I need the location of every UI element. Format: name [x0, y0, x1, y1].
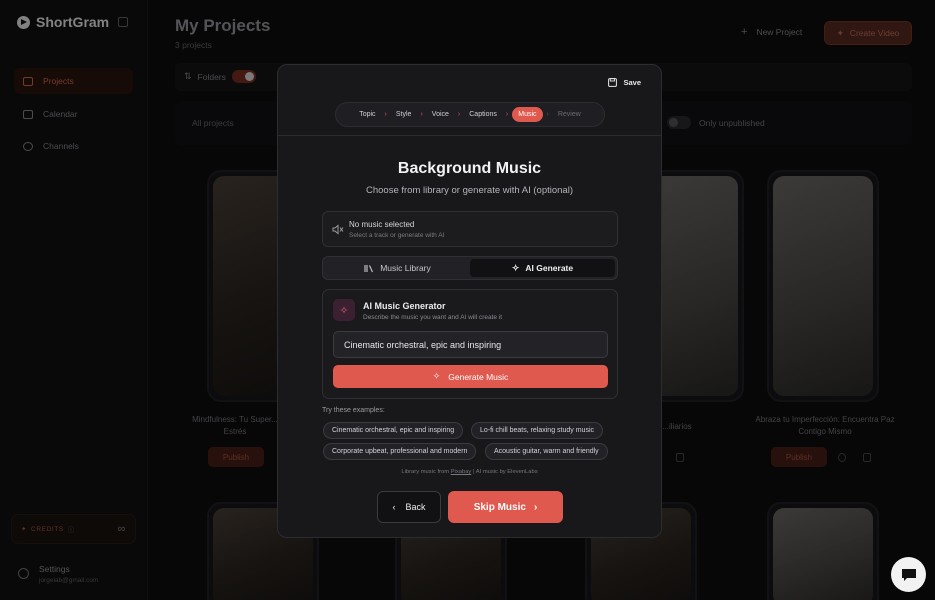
chevron-right-icon: › [546, 111, 549, 118]
example-chip[interactable]: Corporate upbeat, professional and moder… [323, 443, 477, 460]
generator-title: AI Music Generator [363, 301, 446, 311]
wizard-stepper: Topic › Style › Voice › Captions › Music… [335, 102, 605, 127]
divider [278, 135, 661, 136]
step-captions[interactable]: Captions [464, 108, 502, 121]
examples-label: Try these examples: [322, 407, 385, 414]
step-review: Review [557, 111, 581, 118]
chevron-right-icon: › [420, 111, 423, 118]
example-chip[interactable]: Lo-fi chill beats, relaxing study music [471, 422, 603, 439]
back-label: Back [405, 502, 426, 512]
selected-track-panel: No music selected Select a track or gene… [322, 211, 618, 247]
chevron-right-icon: › [533, 501, 538, 513]
chevron-left-icon: ‹ [392, 502, 396, 512]
generate-label: Generate Music [448, 371, 509, 382]
tab-music-library[interactable]: Music Library [325, 259, 470, 277]
save-label: Save [623, 78, 641, 87]
save-button[interactable]: Save [608, 78, 641, 87]
tab-label: Music Library [380, 263, 431, 273]
chevron-right-icon: › [457, 111, 461, 118]
sparkle-icon: ✧ [511, 262, 520, 273]
example-chip[interactable]: Cinematic orchestral, epic and inspiring [323, 422, 464, 439]
dialog-title: Background Music [397, 160, 542, 177]
chevron-right-icon: › [384, 111, 387, 118]
chevron-right-icon: › [505, 111, 509, 118]
save-icon [608, 78, 618, 87]
tab-ai-generate[interactable]: ✧ AI Generate [470, 259, 615, 277]
tab-label: AI Generate [525, 263, 574, 273]
no-music-desc: Select a track or generate with AI [349, 232, 445, 239]
pixabay-link[interactable]: Pixabay [451, 469, 472, 475]
music-prompt-input[interactable] [333, 331, 608, 358]
music-dialog: Save Topic › Style › Voice › Captions › … [277, 64, 662, 538]
music-source-tabs: Music Library ✧ AI Generate [322, 256, 618, 280]
back-button[interactable]: ‹ Back [377, 491, 441, 523]
skip-label: Skip Music [473, 501, 526, 513]
dialog-subtitle: Choose from library or generate with AI … [366, 185, 573, 196]
music-credit: Library music from Pixabay | AI music by… [278, 469, 661, 475]
credit-suffix: | AI music by ElevenLabs [472, 469, 538, 475]
step-topic[interactable]: Topic [354, 108, 380, 121]
sparkle-icon: ✧ [432, 371, 441, 381]
generate-music-button[interactable]: ✧ Generate Music [333, 365, 608, 388]
library-icon [364, 264, 374, 272]
no-music-title: No music selected [349, 220, 415, 229]
generator-desc: Describe the music you want and AI will … [363, 314, 503, 321]
ai-sparkle-icon: ✧ [333, 299, 355, 321]
chat-bubble-icon [901, 568, 916, 581]
credit-prefix: Library music from [401, 469, 450, 475]
chat-support-button[interactable] [891, 557, 926, 592]
volume-mute-icon [332, 224, 344, 235]
step-music[interactable]: Music [512, 107, 543, 122]
step-voice[interactable]: Voice [427, 108, 454, 121]
step-style[interactable]: Style [391, 108, 417, 121]
skip-music-button[interactable]: Skip Music › [448, 491, 563, 523]
example-chip[interactable]: Acoustic guitar, warm and friendly [485, 443, 608, 460]
ai-generator-panel: ✧ AI Music Generator Describe the music … [322, 289, 618, 399]
